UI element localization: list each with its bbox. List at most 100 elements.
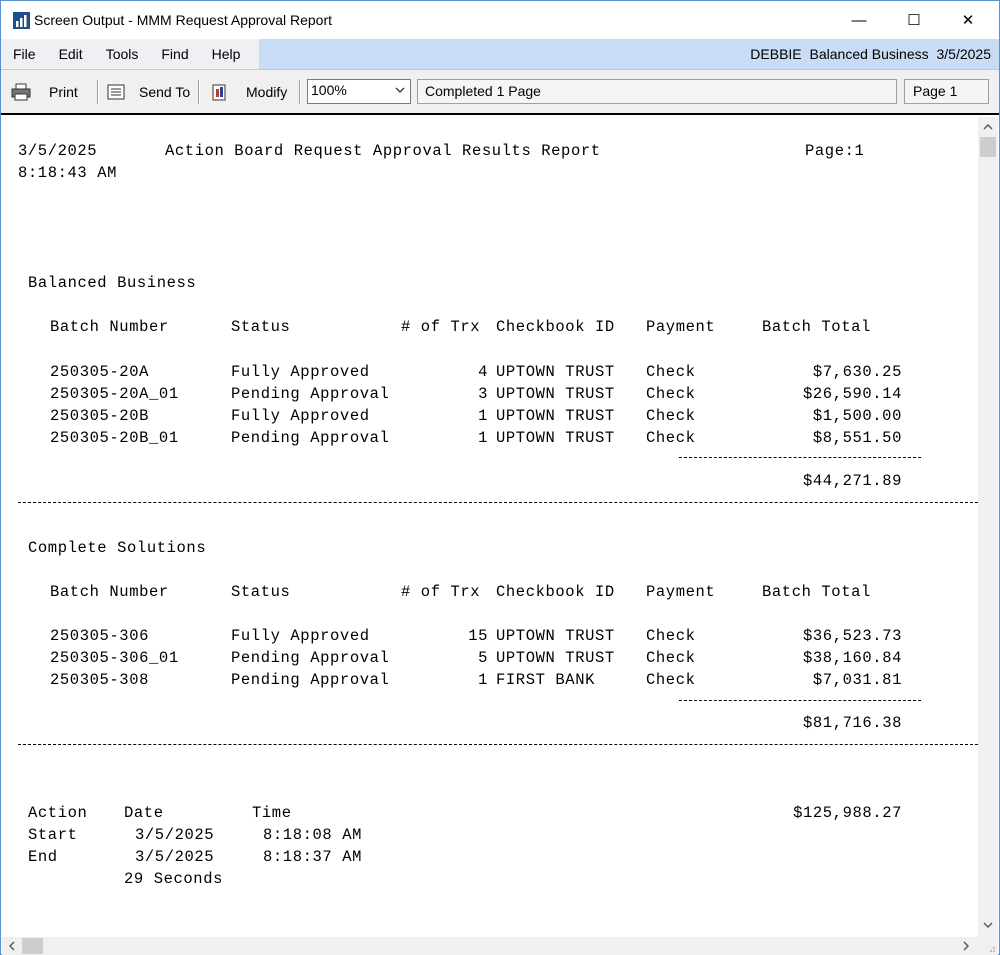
payment-type: Check [646,363,696,381]
trx-count: 1 [478,429,488,447]
menu-edit[interactable]: Edit [47,46,94,62]
checkbook-id: FIRST BANK [496,671,596,689]
payment-type: Check [646,649,696,667]
report-viewer[interactable]: 3/5/2025 Action Board Request Approval R… [2,117,978,937]
toolbar-separator [97,80,99,104]
checkbook-id: UPTOWN TRUST [496,363,615,381]
subtotal-rule [679,457,921,458]
batch-status: Pending Approval [231,429,390,447]
batch-status: Fully Approved [231,627,370,645]
modify-label: Modify [246,84,288,100]
batch-number: 250305-306 [50,627,150,645]
print-button[interactable]: Print [11,80,78,104]
col-status: Status [231,583,291,601]
checkbook-id: UPTOWN TRUST [496,407,615,425]
toolbar-separator [198,80,200,104]
batch-total: $36,523.73 [802,627,902,645]
trx-count: 15 [468,627,488,645]
subtotal-rule [679,700,921,701]
toolbar-separator [299,80,301,104]
session-user: DEBBIE [750,46,802,62]
menu-tools[interactable]: Tools [94,46,150,62]
footer-date-header: Date [124,804,164,822]
scroll-left-icon[interactable] [4,938,20,954]
scroll-up-icon[interactable] [980,119,996,135]
end-time: 8:18:37 AM [263,848,363,866]
grand-total: $125,988.27 [793,804,902,822]
batch-status: Fully Approved [231,363,370,381]
end-label: End [28,848,58,866]
col-trx: # of Trx [401,318,481,336]
batch-total: $38,160.84 [802,649,902,667]
chevron-down-icon [395,87,405,93]
scroll-down-icon[interactable] [980,917,996,933]
send-to-button[interactable]: Send To [106,80,190,104]
batch-status: Pending Approval [231,649,390,667]
menu-help[interactable]: Help [200,46,252,62]
close-button[interactable]: ✕ [945,1,991,39]
batch-number: 250305-308 [50,671,150,689]
batch-total: $7,630.25 [812,363,902,381]
send-to-label: Send To [139,84,191,100]
toolbar: Print Send To Modify 100% Completed 1 Pa… [1,69,999,115]
trx-count: 5 [478,649,488,667]
col-status: Status [231,318,291,336]
col-batch-total: Batch Total [762,318,871,336]
minimize-icon: — [851,11,867,29]
session-company: Balanced Business [809,46,929,62]
duration: 29 Seconds [124,870,224,888]
col-checkbook: Checkbook ID [496,583,615,601]
report-page: Page:1 [805,142,865,160]
start-date: 3/5/2025 [135,826,215,844]
maximize-button[interactable]: ☐ [891,1,937,39]
report-app-icon [13,12,30,29]
print-label: Print [49,84,78,100]
col-payment: Payment [646,583,716,601]
col-batch-number: Batch Number [50,583,169,601]
batch-status: Pending Approval [231,671,390,689]
screen-output-window: Screen Output - MMM Request Approval Rep… [0,0,1000,955]
col-batch-total: Batch Total [762,583,871,601]
printer-icon [11,83,31,101]
zoom-dropdown[interactable]: 100% [307,79,411,104]
modify-button[interactable]: Modify [210,80,287,104]
trx-count: 1 [478,407,488,425]
zoom-value: 100% [311,82,347,98]
menu-find[interactable]: Find [149,46,199,62]
menu-items: File Edit Tools Find Help [1,39,259,69]
batch-number: 250305-20B [50,407,150,425]
session-date: 3/5/2025 [936,46,992,62]
company-subtotal: $81,716.38 [802,714,902,732]
footer-time-header: Time [252,804,292,822]
trx-count: 3 [478,385,488,403]
end-date: 3/5/2025 [135,848,215,866]
checkbook-id: UPTOWN TRUST [496,385,615,403]
col-trx: # of Trx [401,583,481,601]
footer-action-header: Action [28,804,88,822]
session-info: DEBBIE Balanced Business 3/5/2025 [746,46,991,62]
minimize-button[interactable]: — [836,1,882,39]
scroll-right-icon[interactable] [958,938,974,954]
menu-file[interactable]: File [1,46,47,62]
report-date: 3/5/2025 [18,142,98,160]
batch-number: 250305-20A [50,363,150,381]
horizontal-scroll-thumb[interactable] [22,938,43,954]
checkbook-id: UPTOWN TRUST [496,429,615,447]
batch-total: $26,590.14 [802,385,902,403]
batch-total: $7,031.81 [812,671,902,689]
report-time: 8:18:43 AM [18,164,118,182]
status-field: Completed 1 Page [417,79,897,104]
batch-total: $8,551.50 [812,429,902,447]
company-name: Complete Solutions [28,539,207,557]
col-payment: Payment [646,318,716,336]
vertical-scroll-thumb[interactable] [980,137,996,157]
company-subtotal: $44,271.89 [802,472,902,490]
horizontal-scrollbar[interactable] [2,937,978,955]
resize-grip-icon[interactable] [978,937,998,955]
trx-count: 4 [478,363,488,381]
col-checkbook: Checkbook ID [496,318,615,336]
title-bar: Screen Output - MMM Request Approval Rep… [1,1,999,39]
vertical-scrollbar[interactable] [978,117,998,937]
checkbook-id: UPTOWN TRUST [496,627,615,645]
send-to-icon [107,84,125,100]
